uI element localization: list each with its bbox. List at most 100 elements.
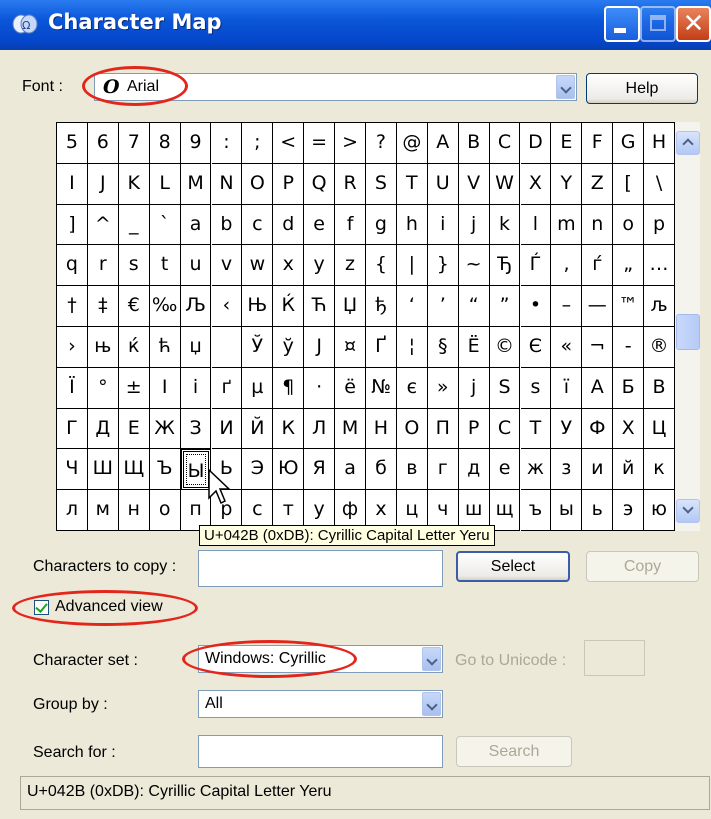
title-bar[interactable]: Ω Character Map ✕ bbox=[0, 0, 711, 50]
character-cell[interactable]: « bbox=[551, 327, 583, 368]
character-cell[interactable]: t bbox=[149, 245, 181, 287]
character-cell[interactable]: j bbox=[458, 204, 490, 246]
character-cell[interactable]: Д bbox=[87, 408, 119, 450]
character-cell[interactable]: к bbox=[644, 449, 675, 491]
character-cell[interactable]: Ѓ bbox=[520, 245, 552, 287]
character-cell[interactable]: Ъ bbox=[149, 449, 181, 491]
character-cell[interactable]: ю bbox=[644, 490, 675, 531]
character-cell[interactable]: V bbox=[458, 163, 490, 205]
character-cell[interactable]: Њ bbox=[242, 286, 274, 327]
character-cell[interactable]: Ч bbox=[57, 449, 88, 491]
character-cell[interactable]: i bbox=[427, 204, 459, 246]
character-cell[interactable]: h bbox=[396, 204, 428, 246]
character-cell[interactable]: ґ bbox=[211, 367, 243, 409]
character-cell[interactable]: ё bbox=[335, 367, 366, 409]
character-cell[interactable]: г bbox=[427, 449, 459, 491]
character-cell[interactable]: ъ bbox=[520, 490, 552, 531]
character-cell[interactable]: Л bbox=[304, 408, 336, 450]
character-cell[interactable]: з bbox=[551, 449, 583, 491]
character-cell[interactable]: П bbox=[427, 408, 459, 450]
character-cell[interactable]: У bbox=[551, 408, 583, 450]
character-cell[interactable]: Ф bbox=[582, 408, 614, 450]
character-cell[interactable]: ‚ bbox=[551, 245, 583, 287]
character-cell[interactable]: Ш bbox=[87, 449, 119, 491]
character-cell[interactable]: ^ bbox=[87, 204, 119, 246]
character-cell[interactable]: љ bbox=[644, 286, 675, 327]
character-cell[interactable]: y bbox=[304, 245, 336, 287]
scroll-down-button[interactable] bbox=[676, 499, 700, 523]
character-cell[interactable]: ¶ bbox=[273, 367, 305, 409]
character-cell[interactable]: Э bbox=[242, 449, 274, 491]
character-cell[interactable]: Ю bbox=[273, 449, 305, 491]
character-cell[interactable]: ’ bbox=[427, 286, 459, 327]
character-cell[interactable]: Ґ bbox=[366, 327, 397, 368]
character-cell[interactable]: о bbox=[149, 490, 181, 531]
character-cell[interactable]: ¦ bbox=[396, 327, 428, 368]
character-cell[interactable]: В bbox=[644, 367, 675, 409]
character-cell[interactable]: z bbox=[335, 245, 366, 287]
character-cell[interactable]: n bbox=[582, 204, 614, 246]
character-cell[interactable]: W bbox=[489, 163, 521, 205]
character-cell[interactable]: ¤ bbox=[335, 327, 366, 368]
character-cell[interactable]: J bbox=[87, 163, 119, 205]
character-cell[interactable]: О bbox=[396, 408, 428, 450]
character-cell[interactable]: R bbox=[335, 163, 366, 205]
character-cell[interactable]: ~ bbox=[458, 245, 490, 287]
character-cell[interactable]: е bbox=[489, 449, 521, 491]
group-by-select[interactable]: All bbox=[198, 690, 443, 718]
character-cell[interactable]: x bbox=[273, 245, 305, 287]
help-button[interactable]: Help bbox=[586, 73, 698, 104]
character-cell[interactable]: Б bbox=[613, 367, 645, 409]
character-cell[interactable]: » bbox=[427, 367, 459, 409]
character-cell[interactable]: d bbox=[273, 204, 305, 246]
character-cell[interactable]: o bbox=[613, 204, 645, 246]
character-cell[interactable]: л bbox=[57, 490, 88, 531]
character-cell[interactable]: А bbox=[582, 367, 614, 409]
character-cell[interactable]: ¬ bbox=[582, 327, 614, 368]
character-cell[interactable]: } bbox=[427, 245, 459, 287]
character-cell[interactable]: а bbox=[335, 449, 366, 491]
character-set-select[interactable]: Windows: Cyrillic bbox=[198, 645, 443, 673]
grid-scrollbar[interactable] bbox=[675, 122, 700, 531]
character-cell[interactable]: F bbox=[582, 123, 614, 164]
character-cell[interactable]: L bbox=[149, 163, 181, 205]
character-cell[interactable]: < bbox=[273, 123, 305, 164]
character-cell[interactable]: l bbox=[520, 204, 552, 246]
character-cell[interactable]: Ћ bbox=[304, 286, 336, 327]
character-cell[interactable]: Ќ bbox=[273, 286, 305, 327]
character-cell[interactable]: І bbox=[149, 367, 181, 409]
character-cell[interactable]: д bbox=[458, 449, 490, 491]
character-cell[interactable]: б bbox=[366, 449, 397, 491]
character-cell[interactable]: ђ bbox=[366, 286, 397, 327]
character-cell[interactable]: Ў bbox=[242, 327, 274, 368]
character-cell[interactable]: в bbox=[396, 449, 428, 491]
character-cell[interactable]: c bbox=[242, 204, 274, 246]
character-cell[interactable]: Р bbox=[458, 408, 490, 450]
character-cell[interactable]: З bbox=[180, 408, 212, 450]
scroll-up-button[interactable] bbox=[676, 131, 700, 155]
character-cell[interactable]: @ bbox=[396, 123, 428, 164]
character-cell[interactable]: ы bbox=[551, 490, 583, 531]
character-cell[interactable]: № bbox=[366, 367, 397, 409]
character-cell[interactable]: Т bbox=[520, 408, 552, 450]
character-cell[interactable]: „ bbox=[613, 245, 645, 287]
character-cell[interactable]: N bbox=[211, 163, 243, 205]
character-cell[interactable]: Й bbox=[242, 408, 274, 450]
character-cell[interactable]: Z bbox=[582, 163, 614, 205]
character-cell[interactable]: X bbox=[520, 163, 552, 205]
character-cell[interactable]: ° bbox=[87, 367, 119, 409]
character-cell[interactable]: µ bbox=[242, 367, 274, 409]
character-cell[interactable]: † bbox=[57, 286, 88, 327]
character-cell[interactable]: q bbox=[57, 245, 88, 287]
character-cell[interactable]: Є bbox=[520, 327, 552, 368]
character-cell[interactable]: ї bbox=[551, 367, 583, 409]
character-cell[interactable]: E bbox=[551, 123, 583, 164]
character-cell[interactable]: Щ bbox=[118, 449, 150, 491]
character-cell[interactable]: › bbox=[57, 327, 88, 368]
character-cell[interactable]: H bbox=[644, 123, 675, 164]
character-cell[interactable]: Ђ bbox=[489, 245, 521, 287]
character-cell[interactable]: u bbox=[180, 245, 212, 287]
character-cell[interactable]: ‹ bbox=[211, 286, 243, 327]
character-cell[interactable]: И bbox=[211, 408, 243, 450]
character-cell[interactable]: С bbox=[489, 408, 521, 450]
